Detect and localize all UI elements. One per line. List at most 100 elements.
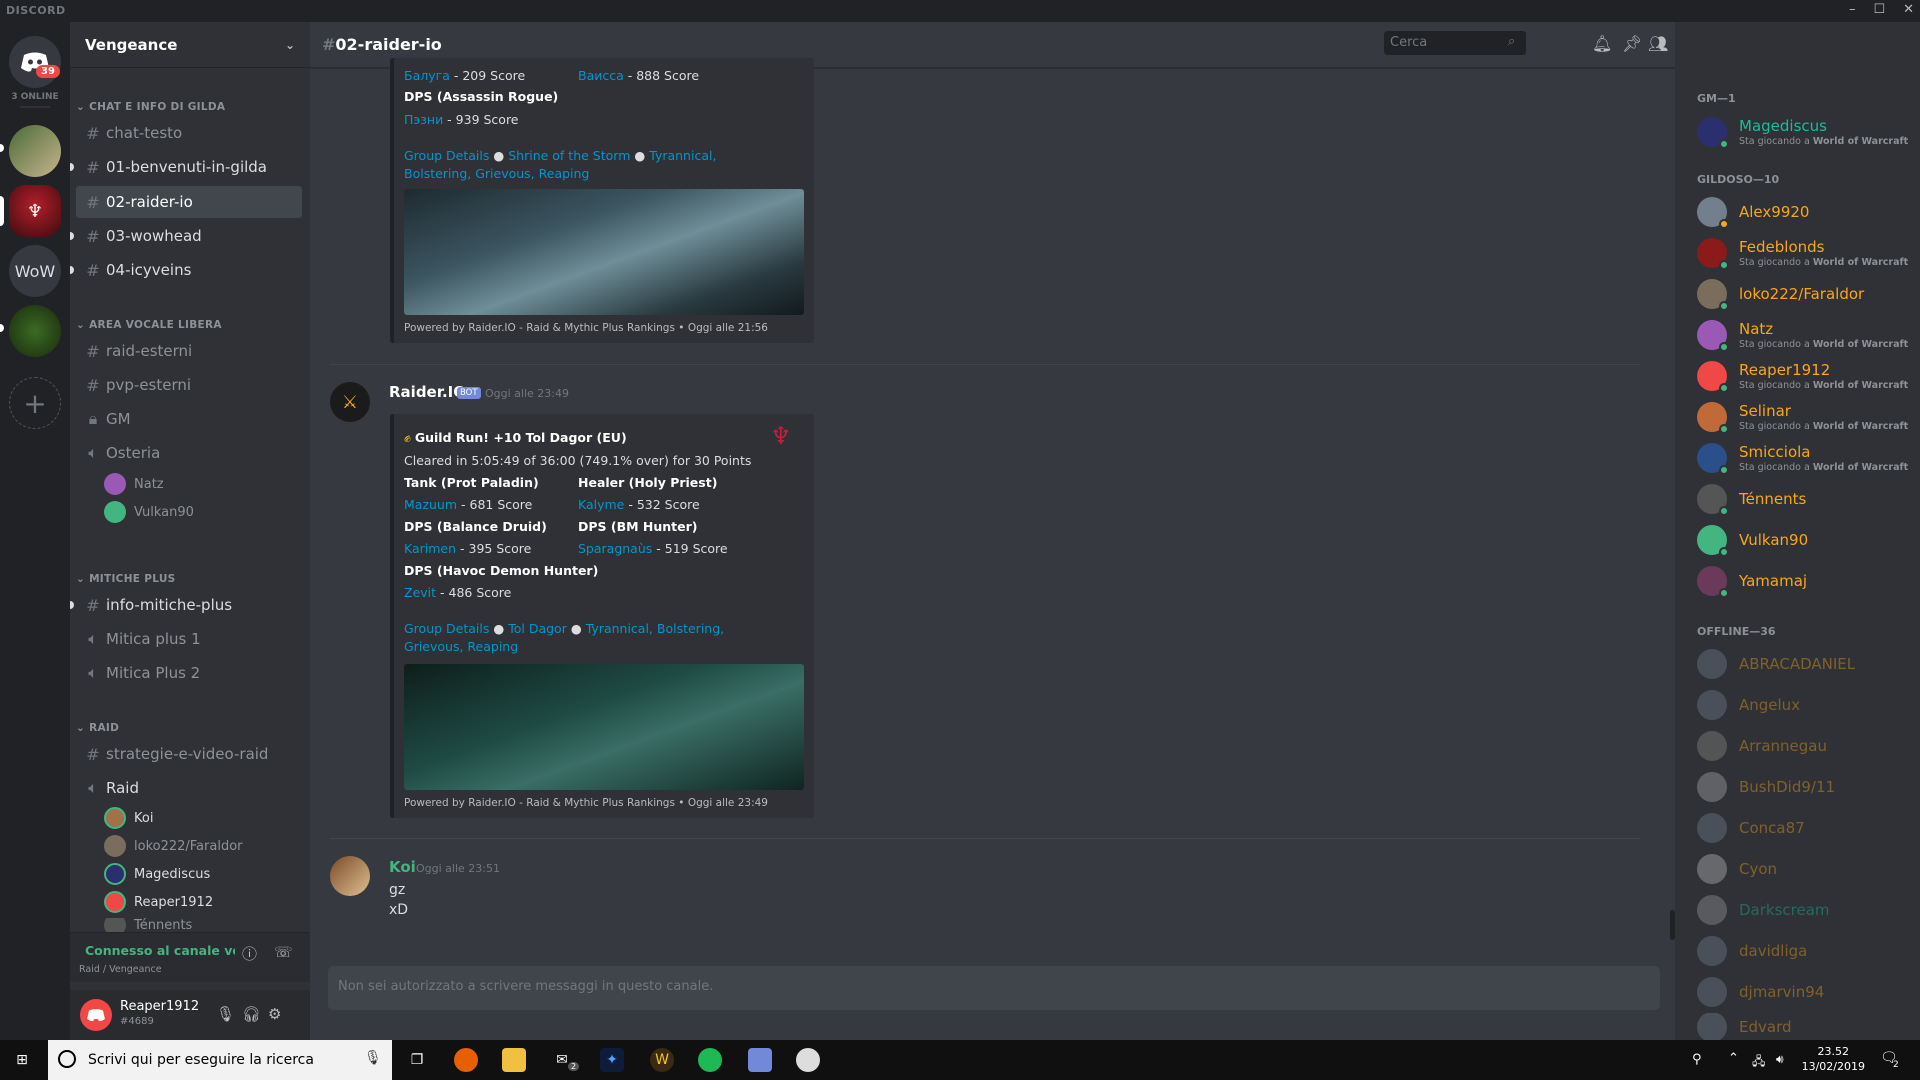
voice-location[interactable]: Raid / Vengeance (79, 964, 162, 975)
headphones-icon[interactable]: 🎧︎ (242, 1005, 261, 1023)
app-icon[interactable] (796, 1048, 820, 1072)
username: Reaper1912 (120, 999, 200, 1014)
voice-channel-osteria[interactable]: 🔈︎ Osteria (76, 437, 302, 469)
pin-icon[interactable]: 📌︎ (1622, 34, 1642, 53)
spotify-icon[interactable] (698, 1048, 722, 1072)
wow-icon[interactable]: W (650, 1048, 674, 1072)
system-clock[interactable]: 23.52 13/02/2019 (1802, 1044, 1865, 1074)
channel-03-wowhead[interactable]: #03-wowhead (70, 220, 302, 252)
member-offline[interactable]: Darkscream (1697, 890, 1830, 930)
file-explorer-icon[interactable] (502, 1048, 526, 1072)
member-smicciola[interactable]: Smicciola Sta giocando a World of Warcraf… (1697, 438, 1908, 478)
chat-area: #02-raider-io 🔔︎ 📌︎ 👥︎ (310, 22, 1675, 1040)
category-chat[interactable]: ⌄ CHAT E INFO DI GILDA (76, 101, 225, 113)
volume-icon[interactable]: 🔊︎ (1776, 1052, 1784, 1067)
avatar (1697, 402, 1729, 434)
user-tag: #4689 (120, 1016, 154, 1027)
channel-pvp-esterni[interactable]: # pvp-esterni (76, 369, 302, 401)
voice-user-reaper1912[interactable]: Reaper1912 (104, 890, 213, 914)
voice-channel-mitica-plus-2[interactable]: 🔈︎ Mitica Plus 2 (76, 657, 302, 689)
member-offline[interactable]: Edvard (1697, 1013, 1792, 1040)
chevron-up-icon[interactable]: ⌃ (1728, 1051, 1739, 1066)
battlenet-icon[interactable]: ✦ (600, 1048, 624, 1072)
avatar (104, 891, 126, 913)
voice-user-natz[interactable]: Natz (104, 472, 164, 496)
role-header-offline: OFFLINE—36 (1697, 625, 1776, 638)
member-magediscus[interactable]: Magediscus Sta giocando a World of Warcra… (1697, 112, 1908, 152)
server-header[interactable]: Vengeance ⌄ (70, 22, 310, 68)
hash-icon: # (86, 192, 100, 212)
message-input[interactable]: Non sei autorizzato a scrivere messaggi … (328, 966, 1660, 1010)
member-loko222[interactable]: loko222/Faraldor (1697, 274, 1864, 314)
network-icon[interactable]: 🖧︎ (1752, 1052, 1765, 1073)
member-offline[interactable]: Angelux (1697, 685, 1800, 725)
avatar (1697, 731, 1727, 761)
member-offline[interactable]: Cyon (1697, 849, 1777, 889)
speaker-icon: 🔈︎ (88, 663, 98, 682)
close-button[interactable]: ✕ (1903, 2, 1914, 17)
avatar (1697, 279, 1729, 311)
member-selinar[interactable]: Selinar Sta giocando a World of Warcraft (1697, 397, 1908, 437)
category-area-vocale[interactable]: ⌄ AREA VOCALE LIBERA (76, 319, 222, 331)
member-reaper1912[interactable]: Reaper1912 Sta giocando a World of Warcra… (1697, 356, 1908, 396)
minimize-button[interactable]: – (1849, 2, 1856, 17)
server-name: Vengeance (85, 35, 178, 54)
channel-sidebar: Vengeance ⌄ ⌄ CHAT E INFO DI GILDA # chat… (70, 22, 310, 990)
channel-gm[interactable]: 🔒︎ GM (76, 403, 302, 435)
microphone-icon[interactable]: 🎙︎ (216, 1005, 235, 1023)
bell-icon[interactable]: 🔔︎ (1592, 34, 1612, 53)
search-input[interactable]: Cerca (1384, 31, 1526, 55)
discord-taskbar-icon[interactable] (748, 1048, 772, 1072)
guild-icon-vengeance[interactable]: ♆ (9, 185, 61, 237)
member-offline[interactable]: Conca87 (1697, 808, 1805, 848)
members-icon[interactable]: 👥︎ (1648, 34, 1668, 53)
windows-start-icon[interactable]: ⊞ (10, 1048, 34, 1072)
member-alex9920[interactable]: Alex9920 (1697, 192, 1809, 232)
info-icon[interactable]: ⓘ (242, 943, 257, 964)
voice-channel-mitica-plus-1[interactable]: 🔈︎ Mitica plus 1 (76, 623, 302, 655)
channel-chat-testo[interactable]: # chat-testo (76, 117, 302, 149)
member-offline[interactable]: BushDid9/11 (1697, 767, 1835, 807)
channel-raid-esterni[interactable]: # raid-esterni (76, 335, 302, 367)
member-yamamaj[interactable]: Yamamaj (1697, 561, 1807, 601)
app-logo: DISCORD (6, 4, 66, 17)
member-tennents[interactable]: Ténnents (1697, 479, 1806, 519)
guild-icon-wow[interactable]: WoW (9, 245, 61, 297)
firefox-icon[interactable] (454, 1048, 478, 1072)
avatar (1697, 649, 1727, 679)
member-offline[interactable]: ABRACADANIEL (1697, 644, 1855, 684)
home-button[interactable] (9, 36, 61, 88)
disconnect-icon[interactable]: ☏ (274, 943, 293, 961)
member-fedeblonds[interactable]: Fedeblonds Sta giocando a World of Warcra… (1697, 233, 1908, 273)
voice-channel-raid[interactable]: 🔈︎ Raid (76, 772, 302, 804)
member-natz[interactable]: Natz Sta giocando a World of Warcraft (1697, 315, 1908, 355)
category-mitiche-plus[interactable]: ⌄ MITICHE PLUS (76, 573, 176, 585)
avatar[interactable] (80, 999, 112, 1031)
gear-icon[interactable]: ⚙︎ (268, 1005, 281, 1023)
member-offline[interactable]: davidliga (1697, 931, 1807, 971)
channel-info-mitiche-plus[interactable]: # info-mitiche-plus (70, 589, 302, 621)
people-icon[interactable]: ⚲ (1692, 1052, 1702, 1067)
channel-01-benvenuti[interactable]: #01-benvenuti-in-gilda (70, 151, 302, 183)
add-server-button[interactable]: + (9, 377, 61, 429)
category-raid[interactable]: ⌄ RAID (76, 722, 119, 734)
avatar (104, 863, 126, 885)
channel-strategie[interactable]: # strategie-e-video-raid (76, 738, 302, 770)
member-offline[interactable]: djmarvin94 (1697, 972, 1824, 1012)
guild-icon-a[interactable] (9, 125, 61, 177)
member-offline[interactable]: Arrannegau (1697, 726, 1827, 766)
voice-user-vulkan90[interactable]: Vulkan90 (104, 500, 194, 524)
taskbar-search-input[interactable]: Scrivi qui per eseguire la ricerca (48, 1040, 392, 1080)
microphone-icon[interactable]: 🎙︎ (364, 1050, 382, 1066)
voice-user-koi[interactable]: Koi (104, 806, 153, 830)
voice-user-tennents[interactable]: Ténnents (104, 918, 192, 932)
avatar (1697, 484, 1729, 516)
channel-04-icyveins[interactable]: #04-icyveins (70, 254, 302, 286)
maximize-button[interactable]: ☐ (1873, 2, 1885, 17)
channel-02-raider-io[interactable]: #02-raider-io (76, 186, 302, 218)
guild-icon-c[interactable] (9, 305, 61, 357)
voice-user-magediscus[interactable]: Magediscus (104, 862, 210, 886)
task-view-icon[interactable]: ❐ (405, 1048, 429, 1072)
voice-user-loko222[interactable]: loko222/Faraldor (104, 834, 243, 858)
member-vulkan90[interactable]: Vulkan90 (1697, 520, 1808, 560)
